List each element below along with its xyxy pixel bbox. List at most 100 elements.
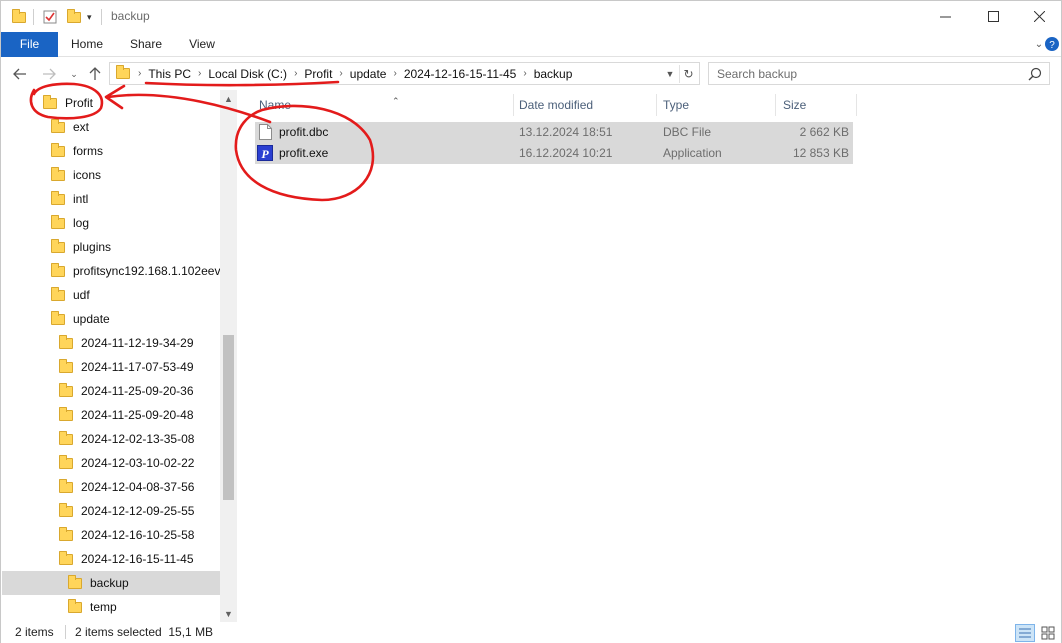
crumb-local-disk[interactable]: Local Disk (C:): [203, 67, 292, 81]
tree-item-label: 2024-12-16-15-11-45: [81, 552, 194, 566]
minimize-icon[interactable]: [922, 1, 968, 32]
back-arrow-icon[interactable]: [10, 64, 30, 84]
file-size: 2 662 KB: [799, 125, 849, 139]
scroll-up-icon[interactable]: ▲: [220, 90, 237, 107]
tree-item-label: 2024-12-12-09-25-55: [81, 504, 195, 518]
tree-item-label: 2024-11-17-07-53-49: [81, 360, 194, 374]
document-icon: [259, 124, 272, 140]
tree-item-label: 2024-12-02-13-35-08: [81, 432, 195, 446]
svg-text:P: P: [261, 147, 269, 161]
tree-item-date-folder[interactable]: 2024-12-04-08-37-56: [59, 475, 220, 499]
tree-item-date-folder[interactable]: 2024-11-12-19-34-29: [59, 331, 220, 355]
svg-text:?: ?: [1049, 40, 1055, 51]
search-placeholder: Search backup: [717, 67, 798, 81]
file-size: 12 853 KB: [792, 146, 849, 160]
table-row[interactable]: profit.dbc 13.12.2024 18:51 DBC File 2 6…: [255, 122, 853, 143]
tree-item-label: Profit: [65, 96, 94, 110]
tree-item-plugins[interactable]: plugins: [51, 235, 220, 259]
file-date: 13.12.2024 18:51: [519, 125, 613, 139]
file-date: 16.12.2024 10:21: [519, 146, 613, 160]
search-input[interactable]: Search backup: [708, 62, 1050, 85]
tree-item-icons[interactable]: icons: [51, 163, 220, 187]
column-header-date[interactable]: Date modified: [512, 94, 657, 116]
crumb-this-pc[interactable]: This PC: [143, 67, 196, 81]
column-header-type[interactable]: Type: [656, 94, 776, 116]
tree-item-date-folder[interactable]: 2024-11-25-09-20-36: [59, 379, 220, 403]
explorer-window: ▾ backup File Home Share View ⌄ ? ⌄ › Th…: [0, 0, 1062, 643]
scrollbar-thumb[interactable]: [223, 335, 234, 500]
chevron-right-icon[interactable]: ›: [292, 68, 299, 79]
up-arrow-icon[interactable]: [85, 64, 105, 84]
tab-home[interactable]: Home: [64, 32, 110, 57]
help-icon[interactable]: ?: [1042, 34, 1062, 54]
scroll-down-icon[interactable]: ▼: [220, 605, 237, 622]
file-name: profit.dbc: [279, 125, 329, 139]
chevron-down-icon[interactable]: ▼: [663, 66, 677, 82]
breadcrumb: › This PC › Local Disk (C:) › Profit › u…: [110, 63, 577, 84]
chevron-right-icon[interactable]: ›: [391, 68, 398, 79]
navigation-row: ⌄ › This PC › Local Disk (C:) › Profit ›…: [1, 58, 1061, 90]
tab-file[interactable]: File: [1, 32, 58, 57]
tree-item-date-folder[interactable]: 2024-12-16-15-11-45: [59, 547, 220, 571]
column-header-name[interactable]: Name ⌃: [252, 94, 514, 116]
sort-ascending-icon: ⌃: [392, 96, 400, 106]
tree-item-log[interactable]: log: [51, 211, 220, 235]
tab-view[interactable]: View: [179, 32, 225, 57]
profit-app-icon: P: [257, 145, 273, 161]
nav-scrollbar[interactable]: ▲ ▼: [220, 90, 237, 622]
column-header-label: Type: [663, 98, 690, 112]
tree-item-ext[interactable]: ext: [51, 115, 220, 139]
crumb-backup[interactable]: backup: [529, 67, 578, 81]
tree-item-date-folder[interactable]: 2024-12-03-10-02-22: [59, 451, 220, 475]
tree-item-intl[interactable]: intl: [51, 187, 220, 211]
search-icon: [1028, 67, 1042, 81]
tree-item-label: forms: [73, 144, 103, 158]
chevron-right-icon[interactable]: ›: [196, 68, 203, 79]
chevron-right-icon[interactable]: ›: [521, 68, 528, 79]
folder-icon: [12, 8, 26, 26]
file-name: profit.exe: [279, 146, 329, 160]
folder-icon: [116, 65, 130, 79]
close-icon[interactable]: [1016, 1, 1062, 32]
refresh-icon[interactable]: ↻: [679, 65, 697, 83]
column-header-label: Date modified: [519, 98, 594, 112]
chevron-right-icon[interactable]: ›: [136, 68, 143, 79]
tree-item-date-folder[interactable]: 2024-11-25-09-20-48: [59, 403, 220, 427]
tree-item-backup[interactable]: backup: [2, 571, 220, 595]
new-folder-icon[interactable]: [67, 8, 81, 26]
tree-item-label: log: [73, 216, 90, 230]
table-row[interactable]: P profit.exe 16.12.2024 10:21 Applicatio…: [255, 143, 853, 164]
tree-item-udf[interactable]: udf: [51, 283, 220, 307]
address-bar[interactable]: › This PC › Local Disk (C:) › Profit › u…: [109, 62, 700, 85]
forward-arrow-icon[interactable]: [39, 64, 59, 84]
tree-item-label: 2024-11-25-09-20-48: [81, 408, 194, 422]
maximize-icon[interactable]: [970, 1, 1016, 32]
recent-locations-icon[interactable]: ⌄: [64, 64, 84, 84]
tree-item-label: 2024-11-12-19-34-29: [81, 336, 194, 350]
tree-item-temp[interactable]: temp: [68, 595, 220, 619]
tree-item-date-folder[interactable]: 2024-11-17-07-53-49: [59, 355, 220, 379]
customize-qa-icon[interactable]: ▾: [87, 8, 92, 26]
chevron-right-icon[interactable]: ›: [337, 68, 344, 79]
tree-item-label: ext: [73, 120, 90, 134]
properties-icon[interactable]: [43, 8, 57, 26]
tree-item-forms[interactable]: forms: [51, 139, 220, 163]
tab-share[interactable]: Share: [123, 32, 169, 57]
window-title: backup: [111, 9, 150, 23]
crumb-update[interactable]: update: [345, 67, 392, 81]
crumb-profit[interactable]: Profit: [299, 67, 337, 81]
tree-item-date-folder[interactable]: 2024-12-16-10-25-58: [59, 523, 220, 547]
tree-item-profitsync[interactable]: profitsync192.168.1.102eevari: [51, 259, 220, 283]
details-view-icon[interactable]: [1015, 624, 1035, 642]
large-icons-view-icon[interactable]: [1038, 624, 1058, 642]
tree-item-label: icons: [73, 168, 102, 182]
tree-item-profit[interactable]: Profit: [43, 91, 220, 115]
tree-item-date-folder[interactable]: 2024-12-02-13-35-08: [59, 427, 220, 451]
column-header-label: Name: [259, 98, 292, 112]
tree-item-label: temp: [90, 600, 117, 614]
column-header-size[interactable]: Size: [776, 94, 857, 116]
tree-item-date-folder[interactable]: 2024-12-12-09-25-55: [59, 499, 220, 523]
tree-item-update[interactable]: update: [51, 307, 220, 331]
tree-item-label: 2024-12-16-10-25-58: [81, 528, 195, 542]
crumb-date-folder[interactable]: 2024-12-16-15-11-45: [399, 67, 522, 81]
